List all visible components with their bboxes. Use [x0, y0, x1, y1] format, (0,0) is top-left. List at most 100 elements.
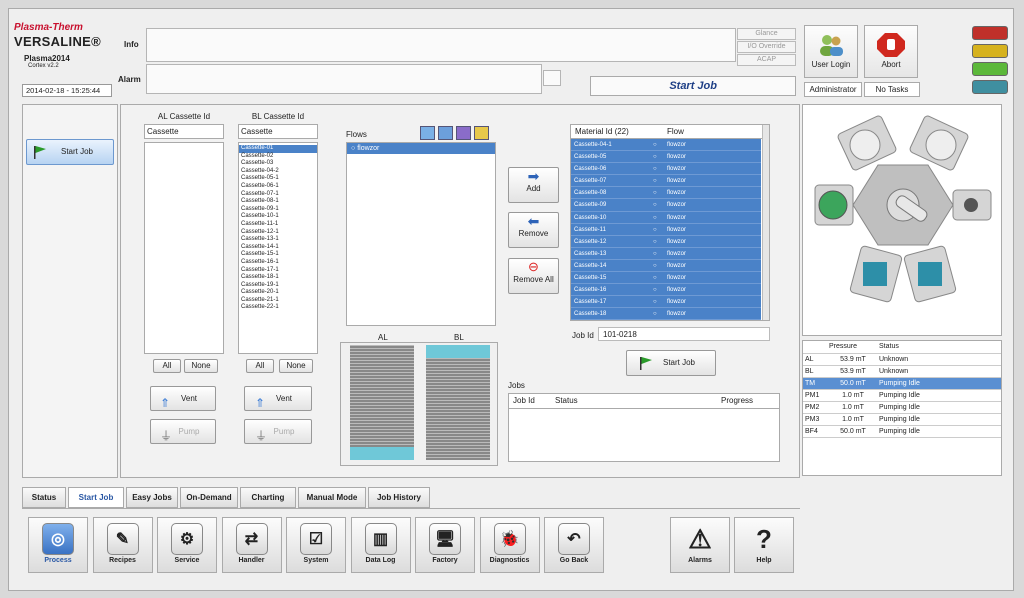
nav-go-back-button[interactable]: ↶ Go Back — [544, 517, 604, 573]
nav-service-button[interactable]: ⚙ Service — [157, 517, 217, 573]
tab-manual-mode[interactable]: Manual Mode — [298, 487, 366, 508]
pressure-cell: 1.0 mT — [827, 401, 877, 414]
material-row[interactable]: Cassette-16 ○ flowzor — [571, 284, 761, 297]
pressure-row[interactable]: BF4 50.0 mT Pumping Idle — [803, 425, 1001, 438]
material-row[interactable]: Cassette-13 ○ flowzor — [571, 248, 761, 260]
flow-puzzle-icon[interactable] — [456, 126, 471, 140]
tab-start-job[interactable]: Start Job — [68, 487, 124, 508]
bl-vent-button[interactable]: ⇑ Vent — [244, 386, 312, 411]
material-rows[interactable]: Cassette-04-1 ○ flowzor Cassette-05 ○ flowzor… — [571, 139, 761, 320]
glance-button[interactable]: Glance — [737, 28, 796, 40]
bl-cassette-item[interactable]: Cassette-03 — [239, 160, 317, 168]
bl-cassette-item[interactable]: Cassette-16-1 — [239, 259, 317, 267]
add-button[interactable]: ➡ Add — [508, 167, 559, 203]
nav-factory-button[interactable]: 🖥 Factory — [415, 517, 475, 573]
bl-cassette-item[interactable]: Cassette-10-1 — [239, 213, 317, 221]
bl-cassette-item[interactable]: Cassette-06-1 — [239, 183, 317, 191]
bl-cassette-item[interactable]: Cassette-19-1 — [239, 282, 317, 290]
bl-cassette-list[interactable]: Cassette-01 Cassette-02 Cassette-03 Cassett… — [238, 142, 318, 354]
nav-alarms-button[interactable]: ⚠ Alarms — [670, 517, 730, 573]
material-row[interactable]: Cassette-17 ○ flowzor — [571, 296, 761, 309]
left-start-job-button[interactable]: Start Job — [26, 139, 114, 165]
bl-cassette-input[interactable]: Cassette — [238, 124, 318, 139]
bl-pump-button[interactable]: ⏚ Pump — [244, 419, 312, 444]
material-row[interactable]: Cassette-15 ○ flowzor — [571, 272, 761, 285]
bl-cassette-item[interactable]: Cassette-18-1 — [239, 274, 317, 282]
bl-cassette-item[interactable]: Cassette-15-1 — [239, 251, 317, 259]
material-row[interactable]: Cassette-04-1 ○ flowzor — [571, 139, 761, 152]
nav-system-button[interactable]: ☑ System — [286, 517, 346, 573]
material-row[interactable]: Cassette-07 ○ flowzor — [571, 175, 761, 188]
pressure-row[interactable]: PM1 1.0 mT Pumping Idle — [803, 389, 1001, 402]
flows-list[interactable]: ○ flowzor — [346, 142, 496, 326]
nav-handler-button[interactable]: ⇄ Handler — [221, 517, 282, 573]
bl-cassette-item[interactable]: Cassette-01 — [239, 145, 317, 153]
pressure-row[interactable]: PM3 1.0 mT Pumping Idle — [803, 413, 1001, 426]
acap-button[interactable]: ACAP — [737, 54, 796, 66]
material-row[interactable]: Cassette-06 ○ flowzor — [571, 163, 761, 176]
bl-none-button[interactable]: None — [279, 359, 313, 373]
jobs-table[interactable]: Job Id Status Progress — [508, 393, 780, 462]
tab-on-demand[interactable]: On-Demand — [180, 487, 238, 508]
material-row[interactable]: Cassette-09 ○ flowzor — [571, 199, 761, 212]
bl-cassette-item[interactable]: Cassette-04-2 — [239, 168, 317, 176]
bl-cassette-item[interactable]: Cassette-20-1 — [239, 289, 317, 297]
abort-button[interactable]: Abort — [864, 25, 918, 78]
material-row[interactable]: Cassette-05 ○ flowzor — [571, 151, 761, 164]
nav-process-button[interactable]: ◎ Process — [28, 517, 88, 573]
nav-diagnostics-button[interactable]: 🐞 Diagnostics — [479, 517, 540, 573]
material-row[interactable]: Cassette-14 ○ flowzor — [571, 260, 761, 273]
flow-star-icon[interactable] — [420, 126, 435, 140]
flow-item-label: flowzor — [357, 145, 380, 152]
tab-easy-jobs[interactable]: Easy Jobs — [126, 487, 178, 508]
info-label: Info — [124, 40, 139, 49]
bl-cassette-item[interactable]: Cassette-12-1 — [239, 229, 317, 237]
bl-cassette-item[interactable]: Cassette-11-1 — [239, 221, 317, 229]
pressure-row[interactable]: TM 50.0 mT Pumping Idle — [803, 377, 1001, 390]
bl-cassette-item[interactable]: Cassette-14-1 — [239, 244, 317, 252]
bl-cassette-item[interactable]: Cassette-08-1 — [239, 198, 317, 206]
alarm-ack-checkbox[interactable] — [543, 70, 561, 86]
bl-cassette-item[interactable]: Cassette-07-1 — [239, 191, 317, 199]
bl-cassette-item[interactable]: Cassette-05-1 — [239, 175, 317, 183]
tab-charting[interactable]: Charting — [240, 487, 296, 508]
nav-recipes-button[interactable]: ✎ Recipes — [92, 517, 153, 573]
bl-cassette-item[interactable]: Cassette-17-1 — [239, 267, 317, 275]
bl-cassette-item[interactable]: Cassette-13-1 — [239, 236, 317, 244]
remove-all-button[interactable]: ⊖ Remove All — [508, 258, 559, 294]
material-row[interactable]: Cassette-12 ○ flowzor — [571, 236, 761, 248]
flow-gear-icon[interactable] — [438, 126, 453, 140]
material-row[interactable]: Cassette-11 ○ flowzor — [571, 224, 761, 236]
tab-job-history[interactable]: Job History — [368, 487, 430, 508]
al-cassette-input[interactable]: Cassette — [144, 124, 224, 139]
user-login-button[interactable]: User Login — [804, 25, 858, 78]
flow-flask-icon[interactable] — [474, 126, 489, 140]
bl-cassette-item[interactable]: Cassette-22-1 — [239, 304, 317, 312]
material-row[interactable]: Cassette-08 ○ flowzor — [571, 187, 761, 200]
al-none-button[interactable]: None — [184, 359, 218, 373]
io-override-button[interactable]: I/O Override — [737, 41, 796, 53]
start-job-button[interactable]: Start Job — [626, 350, 716, 376]
remove-button[interactable]: ⬅ Remove — [508, 212, 559, 248]
al-all-button[interactable]: All — [153, 359, 181, 373]
material-row[interactable]: Cassette-10 ○ flowzor — [571, 212, 761, 224]
pressure-row[interactable]: PM2 1.0 mT Pumping Idle — [803, 401, 1001, 414]
pressure-row[interactable]: AL 53.9 mT Unknown — [803, 353, 1001, 366]
flow-item[interactable]: ○ flowzor — [347, 143, 495, 154]
bl-cassette-item[interactable]: Cassette-21-1 — [239, 297, 317, 305]
bl-cassette-item[interactable]: Cassette-09-1 — [239, 206, 317, 214]
bl-all-button[interactable]: All — [246, 359, 274, 373]
pressure-row[interactable]: BL 53.9 mT Unknown — [803, 365, 1001, 378]
al-vent-button[interactable]: ⇑ Vent — [150, 386, 216, 411]
nav-help-button[interactable]: ? Help — [734, 517, 794, 573]
al-pump-button[interactable]: ⏚ Pump — [150, 419, 216, 444]
tab-status[interactable]: Status — [22, 487, 66, 508]
al-cassette-list[interactable] — [144, 142, 224, 354]
nav-data-log-button[interactable]: ▥ Data Log — [350, 517, 411, 573]
radio-icon: ○ — [653, 142, 657, 148]
bl-cassette-item[interactable]: Cassette-02 — [239, 153, 317, 161]
material-row[interactable]: Cassette-18 ○ flowzor — [571, 308, 761, 320]
job-id-input[interactable]: 101-0218 — [598, 327, 770, 341]
material-scrollbar[interactable] — [762, 125, 769, 320]
material-table[interactable]: Material Id (22) Flow Cassette-04-1 ○ flow… — [570, 124, 770, 321]
